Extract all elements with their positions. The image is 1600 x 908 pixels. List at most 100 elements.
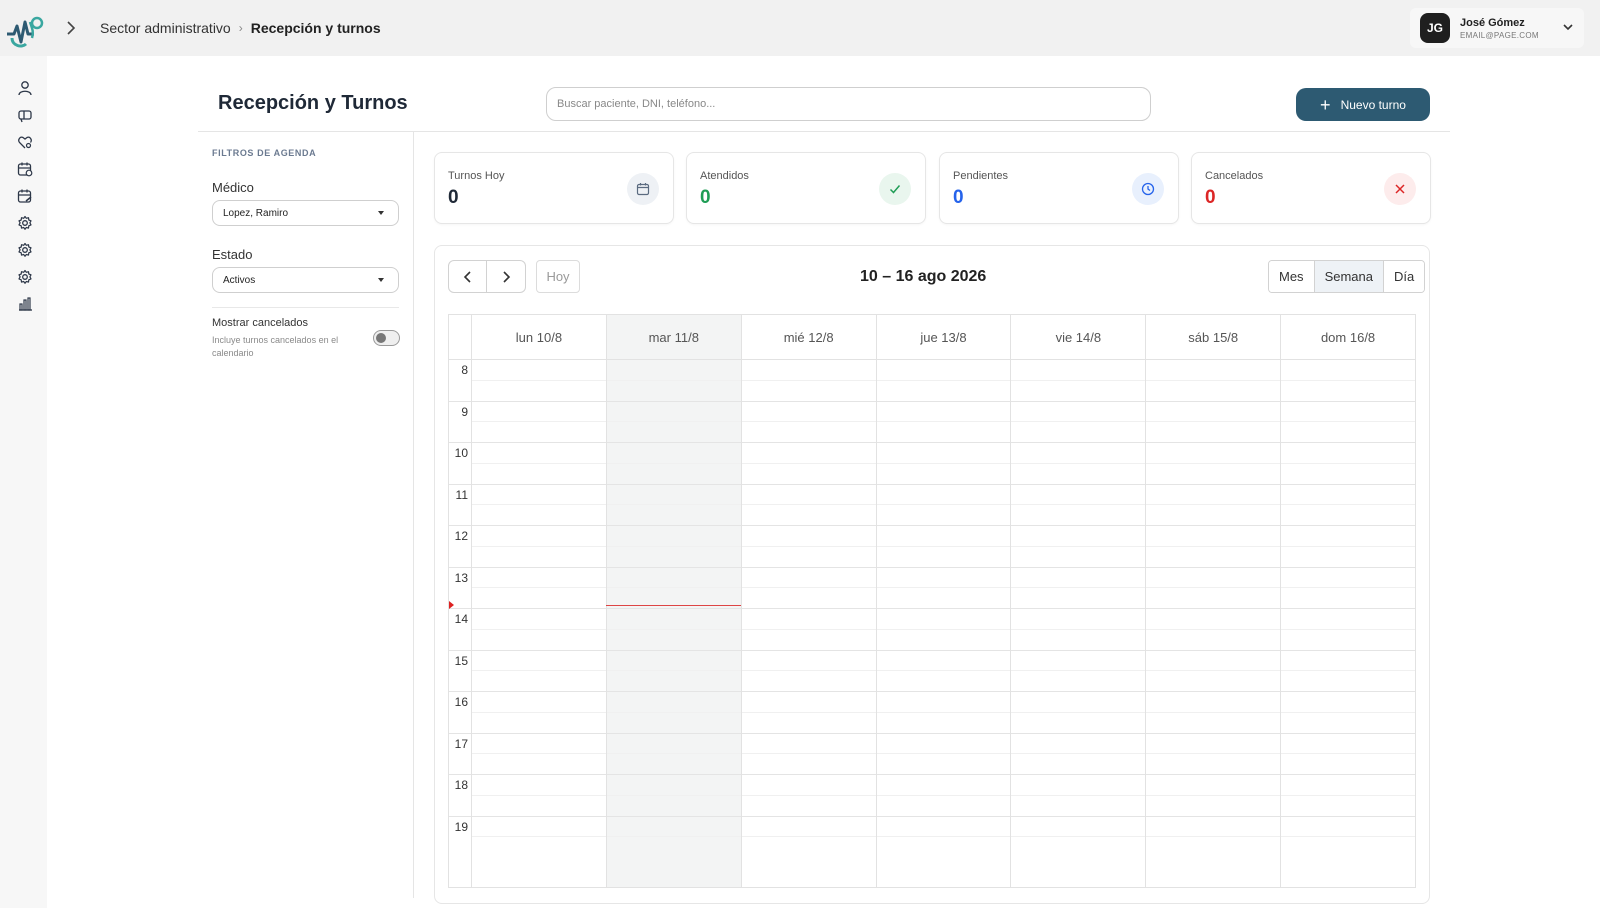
breadcrumb-item[interactable]: Sector administrativo — [100, 20, 231, 36]
breadcrumb: Sector administrativo › Recepción y turn… — [100, 20, 381, 36]
day-column-line — [1010, 315, 1012, 887]
hour-label: 10 — [454, 446, 468, 460]
half-hour-line — [471, 711, 1415, 713]
hour-line — [449, 608, 1415, 609]
next-week-button[interactable] — [487, 260, 526, 293]
day-header[interactable]: dom 16/8 — [1280, 315, 1415, 359]
settings-icon[interactable] — [15, 267, 35, 287]
settings-icon[interactable] — [15, 240, 35, 260]
view-month-button[interactable]: Mes — [1269, 261, 1314, 292]
day-header[interactable]: mié 12/8 — [740, 315, 876, 359]
app-logo[interactable] — [4, 14, 44, 50]
hour-label: 18 — [454, 778, 468, 792]
day-column-line — [1145, 315, 1147, 887]
stat-value: 0 — [1205, 187, 1216, 208]
show-cancelled-label: Mostrar cancelados — [212, 317, 308, 329]
half-hour-line — [471, 670, 1415, 672]
chevron-right-icon — [67, 21, 76, 35]
stat-value: 0 — [700, 187, 711, 208]
chevron-left-icon — [463, 270, 471, 283]
avatar: JG — [1420, 13, 1450, 43]
half-hour-line — [471, 504, 1415, 506]
show-cancelled-description: Incluye turnos cancelados en el calendar… — [212, 335, 339, 358]
sidebar — [0, 56, 47, 908]
header-divider — [198, 131, 1450, 132]
show-cancelled-toggle[interactable] — [373, 330, 400, 346]
current-time-marker-icon — [449, 601, 454, 610]
hour-label: 12 — [454, 529, 468, 543]
day-column-line — [1280, 315, 1282, 887]
doctor-label: Médico — [212, 180, 254, 195]
status-select[interactable]: Activos — [212, 267, 399, 293]
day-header[interactable]: vie 14/8 — [1010, 315, 1145, 359]
hour-line — [449, 483, 1415, 485]
hour-line — [449, 815, 1415, 817]
hour-label: 13 — [454, 570, 468, 585]
stat-label: Pendientes — [953, 170, 1009, 182]
half-hour-line — [471, 836, 1415, 838]
stat-value: 0 — [448, 187, 459, 208]
previous-week-button[interactable] — [448, 260, 487, 293]
plus-icon: + — [1320, 94, 1331, 115]
hour-line — [449, 442, 1415, 443]
stat-icon-wrap — [627, 173, 659, 205]
status-select-value: Activos — [223, 274, 256, 286]
filters-title: FILTROS DE AGENDA — [212, 148, 317, 158]
day-header[interactable]: jue 13/8 — [875, 315, 1011, 359]
hour-line — [449, 774, 1415, 775]
settings-icon[interactable] — [15, 213, 35, 233]
view-switcher: Mes Semana Día — [1268, 260, 1426, 293]
header-divider — [449, 359, 1415, 360]
stat-label: Cancelados — [1205, 170, 1264, 182]
megaphone-icon[interactable] — [15, 105, 35, 125]
user-menu[interactable]: JG José Gómez EMAIL@PAGE.COM — [1410, 8, 1584, 48]
user-icon[interactable] — [15, 78, 35, 98]
stat-icon-wrap — [1384, 173, 1416, 205]
day-header[interactable]: sáb 15/8 — [1145, 315, 1280, 359]
calendar-grid[interactable]: lun 10/8 mar 11/8 mié 12/8 jue 13/8 vie 14/8… — [448, 314, 1416, 888]
search-input[interactable] — [546, 87, 1151, 121]
chevron-right-icon — [503, 270, 511, 283]
heart-search-icon[interactable] — [15, 132, 35, 152]
hour-label: 15 — [454, 653, 468, 668]
hour-label: 16 — [454, 695, 468, 709]
toggle-knob — [376, 333, 386, 343]
chart-bars-icon[interactable] — [15, 294, 35, 314]
caret-down-icon — [378, 278, 384, 282]
stat-icon-wrap — [1132, 173, 1164, 205]
day-column-line — [875, 315, 877, 887]
calendar-clock-icon[interactable] — [15, 159, 35, 179]
hour-line — [449, 732, 1415, 734]
top-bar: Sector administrativo › Recepción y turn… — [0, 0, 1600, 56]
hour-line — [449, 691, 1415, 692]
day-column-line — [605, 315, 607, 887]
check-icon — [889, 185, 901, 194]
breadcrumb-current: Recepción y turnos — [250, 20, 381, 36]
today-button[interactable]: Hoy — [536, 260, 580, 293]
day-column-line — [740, 315, 742, 887]
new-appointment-button[interactable]: + Nuevo turno — [1296, 88, 1430, 121]
day-column-line — [471, 315, 472, 887]
page-title: Recepción y Turnos — [218, 92, 408, 114]
half-hour-line — [471, 794, 1415, 796]
half-hour-line — [471, 379, 1415, 381]
view-week-button[interactable]: Semana — [1313, 261, 1383, 292]
hour-label: 9 — [461, 404, 468, 419]
half-hour-line — [471, 462, 1415, 464]
day-header[interactable]: lun 10/8 — [471, 315, 606, 359]
view-day-button[interactable]: Día — [1382, 261, 1425, 292]
calendar-edit-icon[interactable] — [15, 186, 35, 206]
doctor-select[interactable]: Lopez, Ramiro — [212, 200, 399, 226]
stat-card-cancelled: Cancelados 0 — [1191, 152, 1431, 224]
hour-line — [449, 525, 1415, 526]
clock-icon — [1141, 182, 1155, 196]
caret-down-icon — [378, 211, 384, 215]
stat-card-pending: Pendientes 0 — [939, 152, 1179, 224]
day-header[interactable]: mar 11/8 — [605, 315, 741, 359]
hour-line — [449, 566, 1415, 568]
stat-icon-wrap — [879, 173, 911, 205]
hour-label: 11 — [455, 487, 468, 502]
half-hour-line — [471, 753, 1415, 755]
sidebar-expand-button[interactable] — [62, 18, 80, 38]
calendar-icon — [636, 183, 650, 196]
